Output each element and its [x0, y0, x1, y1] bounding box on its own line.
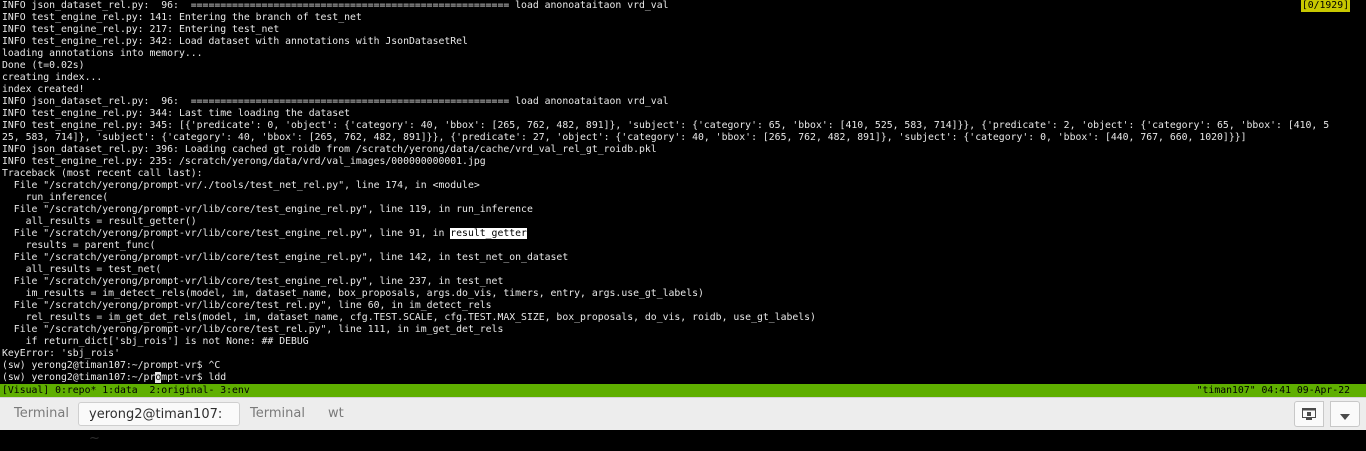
terminal-line: File "/scratch/yerong/prompt-vr/./tools/… — [2, 180, 1358, 192]
terminal-line: File "/scratch/yerong/prompt-vr/lib/core… — [2, 300, 1358, 312]
terminal-text: if return_dict['sbj_rois'] is not None: … — [2, 336, 309, 347]
terminal-text: all_results = test_net( — [2, 264, 162, 275]
terminal-line: Traceback (most recent call last): — [2, 168, 1358, 180]
terminal-line: INFO json_dataset_rel.py: 96: ==========… — [2, 96, 1358, 108]
terminal-text: (sw) yerong2@timan107:~/pr — [2, 372, 156, 383]
tmux-window-list[interactable]: [Visual] 0:repo* 1:data 2:original- 3:en… — [2, 384, 250, 397]
terminal-text: index created! — [2, 84, 85, 95]
terminal-line: (sw) yerong2@timan107:~/prompt-vr$ ^C — [2, 360, 1358, 372]
new-tab-button[interactable] — [1294, 401, 1324, 427]
terminal-line: (sw) yerong2@timan107:~/prompt-vr$ ldd — [2, 372, 1358, 384]
terminal-line: rel_results = im_get_det_rels(model, im,… — [2, 312, 1358, 324]
tab-terminal-1[interactable]: Terminal — [4, 402, 79, 426]
new-tab-icon — [1302, 405, 1316, 424]
terminal-text: all_results = result_getter() — [2, 216, 197, 227]
terminal-text: File "/scratch/yerong/prompt-vr/lib/core… — [2, 324, 504, 335]
terminal-output[interactable]: INFO json_dataset_rel.py: 96: ==========… — [0, 0, 1366, 384]
search-counter: [0/1929] — [1300, 0, 1350, 12]
terminal-line: creating index... — [2, 72, 1358, 84]
terminal-text: INFO test_engine_rel.py: 345: [{'predica… — [2, 120, 1330, 131]
terminal-line: INFO test_engine_rel.py: 141: Entering t… — [2, 12, 1358, 24]
terminal-text: INFO json_dataset_rel.py: 96: ==========… — [2, 0, 669, 11]
terminal-line: run_inference( — [2, 192, 1358, 204]
terminal-line: index created! — [2, 84, 1358, 96]
terminal-line: INFO json_dataset_rel.py: 396: Loading c… — [2, 144, 1358, 156]
tab-yerong2-timan107[interactable]: yerong2@timan107: ~ — [78, 402, 240, 446]
terminal-line: File "/scratch/yerong/prompt-vr/lib/core… — [2, 324, 1358, 336]
terminal-text: rel_results = im_get_det_rels(model, im,… — [2, 312, 816, 323]
terminal-text: INFO test_engine_rel.py: 141: Entering t… — [2, 12, 362, 23]
terminal-line: results = parent_func( — [2, 240, 1358, 252]
terminal-text: INFO test_engine_rel.py: 342: Load datas… — [2, 36, 468, 47]
terminal-line: File "/scratch/yerong/prompt-vr/lib/core… — [2, 252, 1358, 264]
terminal-line: INFO json_dataset_rel.py: 96: ==========… — [2, 0, 1358, 12]
terminal-text: INFO test_engine_rel.py: 235: /scratch/y… — [2, 156, 486, 167]
terminal-lines: INFO json_dataset_rel.py: 96: ==========… — [2, 0, 1358, 384]
terminal-line: all_results = result_getter() — [2, 216, 1358, 228]
terminal-text: File "/scratch/yerong/prompt-vr/lib/core… — [2, 276, 504, 287]
tab-bar: Terminal yerong2@timan107: ~ Terminal wt — [0, 397, 1366, 446]
tab-terminal-2[interactable]: Terminal — [240, 402, 315, 426]
terminal-text: (sw) yerong2@timan107:~/prompt-vr$ ^C — [2, 360, 221, 371]
terminal-text: INFO json_dataset_rel.py: 96: ==========… — [2, 96, 669, 107]
terminal-line: im_results = im_detect_rels(model, im, d… — [2, 288, 1358, 300]
terminal-line: KeyError: 'sbj_rois' — [2, 348, 1358, 360]
tab-wt[interactable]: wt — [318, 402, 354, 426]
terminal-text: Done (t=0.02s) — [2, 60, 85, 71]
terminal-line: Done (t=0.02s) — [2, 60, 1358, 72]
terminal-text: creating index... — [2, 72, 103, 83]
terminal-text: File "/scratch/yerong/prompt-vr/lib/core… — [2, 228, 451, 239]
terminal-line: all_results = test_net( — [2, 264, 1358, 276]
search-highlight: result_getter — [450, 228, 527, 239]
terminal-text: results = parent_func( — [2, 240, 156, 251]
terminal-scrollbar[interactable] — [1360, 0, 1366, 384]
terminal-text: im_results = im_detect_rels(model, im, d… — [2, 288, 704, 299]
terminal-text: INFO test_engine_rel.py: 344: Last time … — [2, 108, 350, 119]
terminal-text: loading annotations into memory... — [2, 48, 203, 59]
terminal-line: File "/scratch/yerong/prompt-vr/lib/core… — [2, 276, 1358, 288]
tmux-status-bar: [Visual] 0:repo* 1:data 2:original- 3:en… — [0, 384, 1366, 397]
terminal-line: INFO test_engine_rel.py: 217: Entering t… — [2, 24, 1358, 36]
terminal-line: INFO test_engine_rel.py: 345: [{'predica… — [2, 120, 1358, 132]
terminal-text: File "/scratch/yerong/prompt-vr/lib/core… — [2, 300, 492, 311]
terminal-text: File "/scratch/yerong/prompt-vr/./tools/… — [2, 180, 480, 191]
terminal-line: loading annotations into memory... — [2, 48, 1358, 60]
terminal-line: File "/scratch/yerong/prompt-vr/lib/core… — [2, 204, 1358, 216]
chevron-down-icon — [1340, 405, 1350, 424]
terminal-line: INFO test_engine_rel.py: 344: Last time … — [2, 108, 1358, 120]
terminal-text: 25, 583, 714]}, 'subject': {'category': … — [2, 132, 1247, 143]
terminal-text: mpt-vr$ ldd — [161, 372, 227, 383]
terminal-text: File "/scratch/yerong/prompt-vr/lib/core… — [2, 204, 533, 215]
terminal-text: Traceback (most recent call last): — [2, 168, 203, 179]
terminal-text: INFO test_engine_rel.py: 217: Entering t… — [2, 24, 280, 35]
terminal-text: File "/scratch/yerong/prompt-vr/lib/core… — [2, 252, 569, 263]
terminal-line: INFO test_engine_rel.py: 342: Load datas… — [2, 36, 1358, 48]
tmux-host-clock: "timan107" 04:41 09-Apr-22 — [1196, 385, 1350, 396]
tab-menu-button[interactable] — [1330, 401, 1360, 427]
terminal-line: if return_dict['sbj_rois'] is not None: … — [2, 336, 1358, 348]
terminal-text: run_inference( — [2, 192, 109, 203]
terminal-text: INFO json_dataset_rel.py: 396: Loading c… — [2, 144, 657, 155]
terminal-line: 25, 583, 714]}, 'subject': {'category': … — [2, 132, 1358, 144]
terminal-line: INFO test_engine_rel.py: 235: /scratch/y… — [2, 156, 1358, 168]
terminal-line: File "/scratch/yerong/prompt-vr/lib/core… — [2, 228, 1358, 240]
terminal-text: KeyError: 'sbj_rois' — [2, 348, 120, 359]
